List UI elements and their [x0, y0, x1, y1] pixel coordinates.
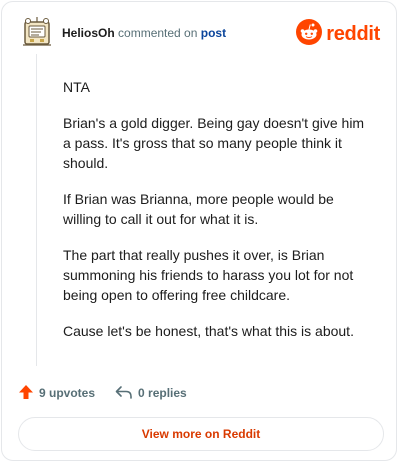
reply-button[interactable]: 0 replies — [115, 384, 187, 403]
comment-paragraph: Brian's a gold digger. Being gay doesn't… — [63, 115, 365, 171]
comment-paragraph: The part that really pushes it over, is … — [63, 247, 354, 303]
snoo-avatar-icon[interactable] — [20, 16, 54, 50]
reddit-logo[interactable]: reddit — [296, 18, 380, 50]
reply-count: 0 replies — [138, 386, 187, 400]
post-link[interactable]: post — [201, 26, 226, 40]
comment-meta: HeliosOh commented on post — [62, 26, 226, 40]
comment-embed-card: HeliosOh commented on post reddit NTA Br… — [1, 1, 397, 461]
comment-body: NTA Brian's a gold digger. Being gay doe… — [63, 77, 375, 357]
comment-paragraph: NTA — [63, 79, 90, 95]
reddit-snoo-icon — [296, 18, 323, 50]
comment-header: HeliosOh commented on post reddit — [20, 16, 380, 52]
comment-actions: 9 upvotes 0 replies — [18, 382, 187, 404]
upvote-count: 9 upvotes — [39, 386, 96, 400]
comment-paragraph: Cause let's be honest, that's what this … — [63, 323, 354, 339]
action-text: commented on — [118, 26, 198, 40]
username-link[interactable]: HeliosOh — [62, 26, 115, 40]
comment-paragraph: If Brian was Brianna, more people would … — [63, 191, 334, 227]
upvote-button[interactable]: 9 upvotes — [18, 384, 95, 403]
thread-line — [36, 54, 37, 366]
reddit-wordmark: reddit — [326, 22, 380, 45]
view-more-button[interactable]: View more on Reddit — [18, 417, 384, 451]
upvote-arrow-icon — [18, 384, 39, 403]
reply-icon — [115, 384, 138, 403]
